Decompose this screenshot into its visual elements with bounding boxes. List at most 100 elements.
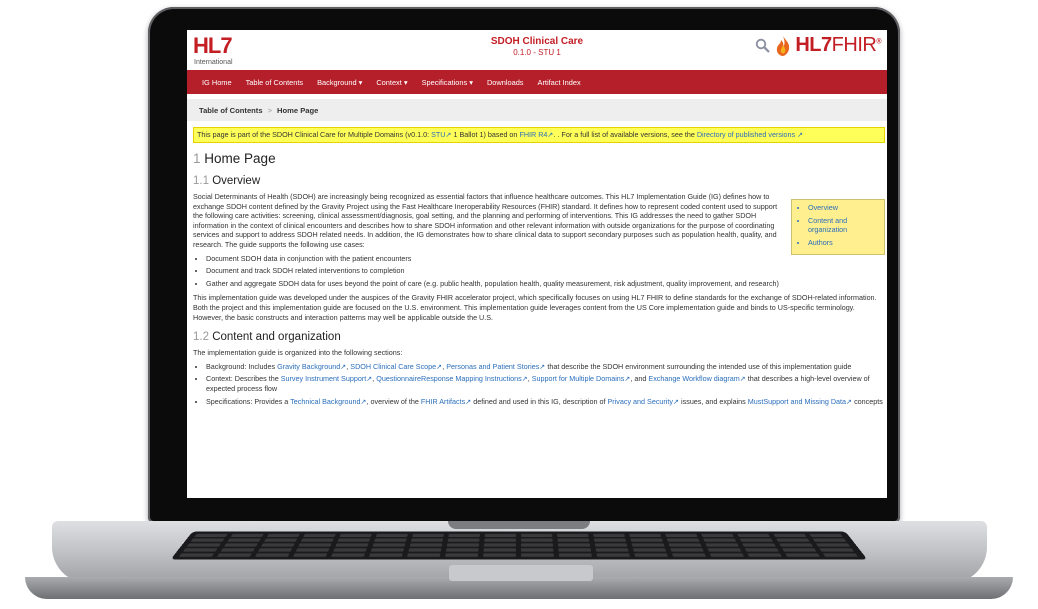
keyboard-key	[703, 538, 737, 542]
keyboard-key	[446, 543, 480, 547]
keyboard-key	[190, 538, 225, 542]
laptop-trackpad	[449, 565, 593, 581]
scope-link[interactable]: SDOH Clinical Care Scope↗	[350, 362, 442, 371]
keyboard-key	[483, 553, 516, 557]
keyboard-key	[368, 553, 403, 557]
keyboard-key	[445, 548, 479, 552]
keyboard-key	[634, 553, 668, 557]
survey-instrument-link[interactable]: Survey Instrument Support↗	[281, 374, 373, 383]
keyboard-key	[227, 538, 261, 542]
keyboard-key	[407, 553, 441, 557]
keyboard-key	[747, 553, 783, 557]
keyboard-key	[263, 538, 298, 542]
keyboard-key	[520, 538, 553, 542]
keyboard-key	[445, 553, 479, 557]
nav-downloads[interactable]: Downloads	[480, 78, 531, 87]
nav-artifact-index[interactable]: Artifact Index	[531, 78, 588, 87]
keyboard-key	[298, 543, 332, 547]
nav-ig-home[interactable]: IG Home	[195, 78, 239, 87]
overview-paragraph: Social Determinants of Health (SDOH) are…	[193, 192, 778, 249]
keyboard-key	[558, 553, 592, 557]
fhir-r4-link[interactable]: FHIR R4↗	[519, 130, 553, 139]
breadcrumb-parent[interactable]: Table of Contents	[199, 106, 263, 115]
laptop-keyboard	[170, 531, 868, 560]
page-toc: Overview Content and organization Author…	[791, 199, 885, 256]
breadcrumb-current: Home Page	[277, 105, 319, 115]
nav-context[interactable]: Context ▾	[369, 78, 414, 87]
keyboard-key	[737, 533, 771, 537]
keyboard-key	[375, 533, 408, 537]
keyboard-key	[705, 543, 739, 547]
stu-link[interactable]: STU↗	[431, 130, 451, 139]
keyboard-key	[596, 553, 630, 557]
notice-text: . . For a full list of available version…	[553, 130, 697, 139]
keyboard-key	[521, 548, 554, 552]
keyboard-key	[266, 533, 300, 537]
multiple-domains-link[interactable]: Support for Multiple Domains↗	[532, 374, 631, 383]
list-item: Specifications: Provides a Technical Bac…	[206, 397, 884, 407]
keyboard-key	[556, 533, 589, 537]
keyboard-key	[776, 538, 810, 542]
keyboard-key	[484, 533, 517, 537]
nav-specifications[interactable]: Specifications ▾	[415, 78, 480, 87]
keyboard-key	[557, 538, 590, 542]
page-title: 1 Home Page	[193, 151, 276, 166]
fhir-flame-icon	[777, 35, 790, 56]
hl7-logo-subtitle: International	[194, 59, 233, 66]
keyboard-key	[809, 533, 843, 537]
keyboard-key	[782, 548, 817, 552]
main-nav: IG Home Table of Contents Background ▾ C…	[187, 70, 887, 94]
keyboard-key	[822, 553, 859, 557]
browser-screen: HL7 International SDOH Clinical Care 0.1…	[187, 30, 887, 498]
content-paragraph: The implementation guide is organized in…	[193, 348, 403, 358]
keyboard-key	[709, 553, 745, 557]
keyboard-key	[374, 538, 407, 542]
keyboard-key	[520, 533, 553, 537]
keyboard-key	[337, 538, 371, 542]
list-item: Gather and aggregate SDOH data for uses …	[206, 279, 884, 289]
keyboard-key	[707, 548, 742, 552]
personas-link[interactable]: Personas and Patient Stories↗	[446, 362, 545, 371]
fhir-artifacts-link[interactable]: FHIR Artifacts↗	[421, 397, 471, 406]
keyboard-key	[785, 553, 821, 557]
keyboard-key	[333, 548, 367, 552]
content-heading: 1.2 Content and organization	[193, 331, 341, 344]
toc-item-content[interactable]: Content and organization	[808, 216, 882, 235]
keyboard-key	[629, 533, 662, 537]
fhir-logo[interactable]: HL7FHIR®	[795, 34, 881, 57]
questionnaire-mapping-link[interactable]: QuestionnaireResponse Mapping Instructio…	[376, 374, 527, 383]
use-case-list: Document SDOH data in conjunction with t…	[191, 254, 884, 289]
keyboard-key	[295, 548, 330, 552]
keyboard-key	[292, 553, 328, 557]
toc-item-authors[interactable]: Authors	[808, 238, 882, 248]
gravity-background-link[interactable]: Gravity Background↗	[277, 362, 346, 371]
list-item: Document and track SDOH related interven…	[206, 266, 884, 276]
privacy-security-link[interactable]: Privacy and Security↗	[607, 397, 679, 406]
mustsupport-link[interactable]: MustSupport and Missing Data↗	[748, 397, 852, 406]
keyboard-key	[520, 543, 554, 547]
keyboard-key	[593, 538, 627, 542]
list-item: Context: Describes the Survey Instrument…	[206, 374, 884, 393]
breadcrumb-separator: >	[267, 105, 272, 115]
keyboard-key	[339, 533, 372, 537]
directory-link[interactable]: Directory of published versions ↗	[697, 130, 803, 139]
external-link-icon: ↗	[436, 361, 443, 371]
keyboard-key	[631, 543, 665, 547]
notice-text: 1 Ballot 1) based on	[451, 130, 520, 139]
keyboard-key	[412, 533, 445, 537]
overview-heading: 1.1 Overview	[193, 175, 261, 187]
toc-item-overview[interactable]: Overview	[808, 203, 882, 213]
keyboard-key	[632, 548, 667, 552]
search-icon[interactable]	[755, 38, 771, 54]
nav-table-of-contents[interactable]: Table of Contents	[239, 78, 311, 87]
version-notice: This page is part of the SDOH Clinical C…	[193, 127, 885, 143]
keyboard-key	[595, 548, 629, 552]
keyboard-key	[483, 548, 516, 552]
exchange-workflow-link[interactable]: Exchange Workflow diagram↗	[648, 374, 745, 383]
keyboard-key	[773, 533, 807, 537]
nav-background[interactable]: Background ▾	[310, 78, 369, 87]
technical-background-link[interactable]: Technical Background↗	[290, 397, 366, 406]
list-item: Background: Includes Gravity Background↗…	[206, 362, 884, 372]
keyboard-key	[182, 548, 218, 552]
keyboard-key	[630, 538, 663, 542]
